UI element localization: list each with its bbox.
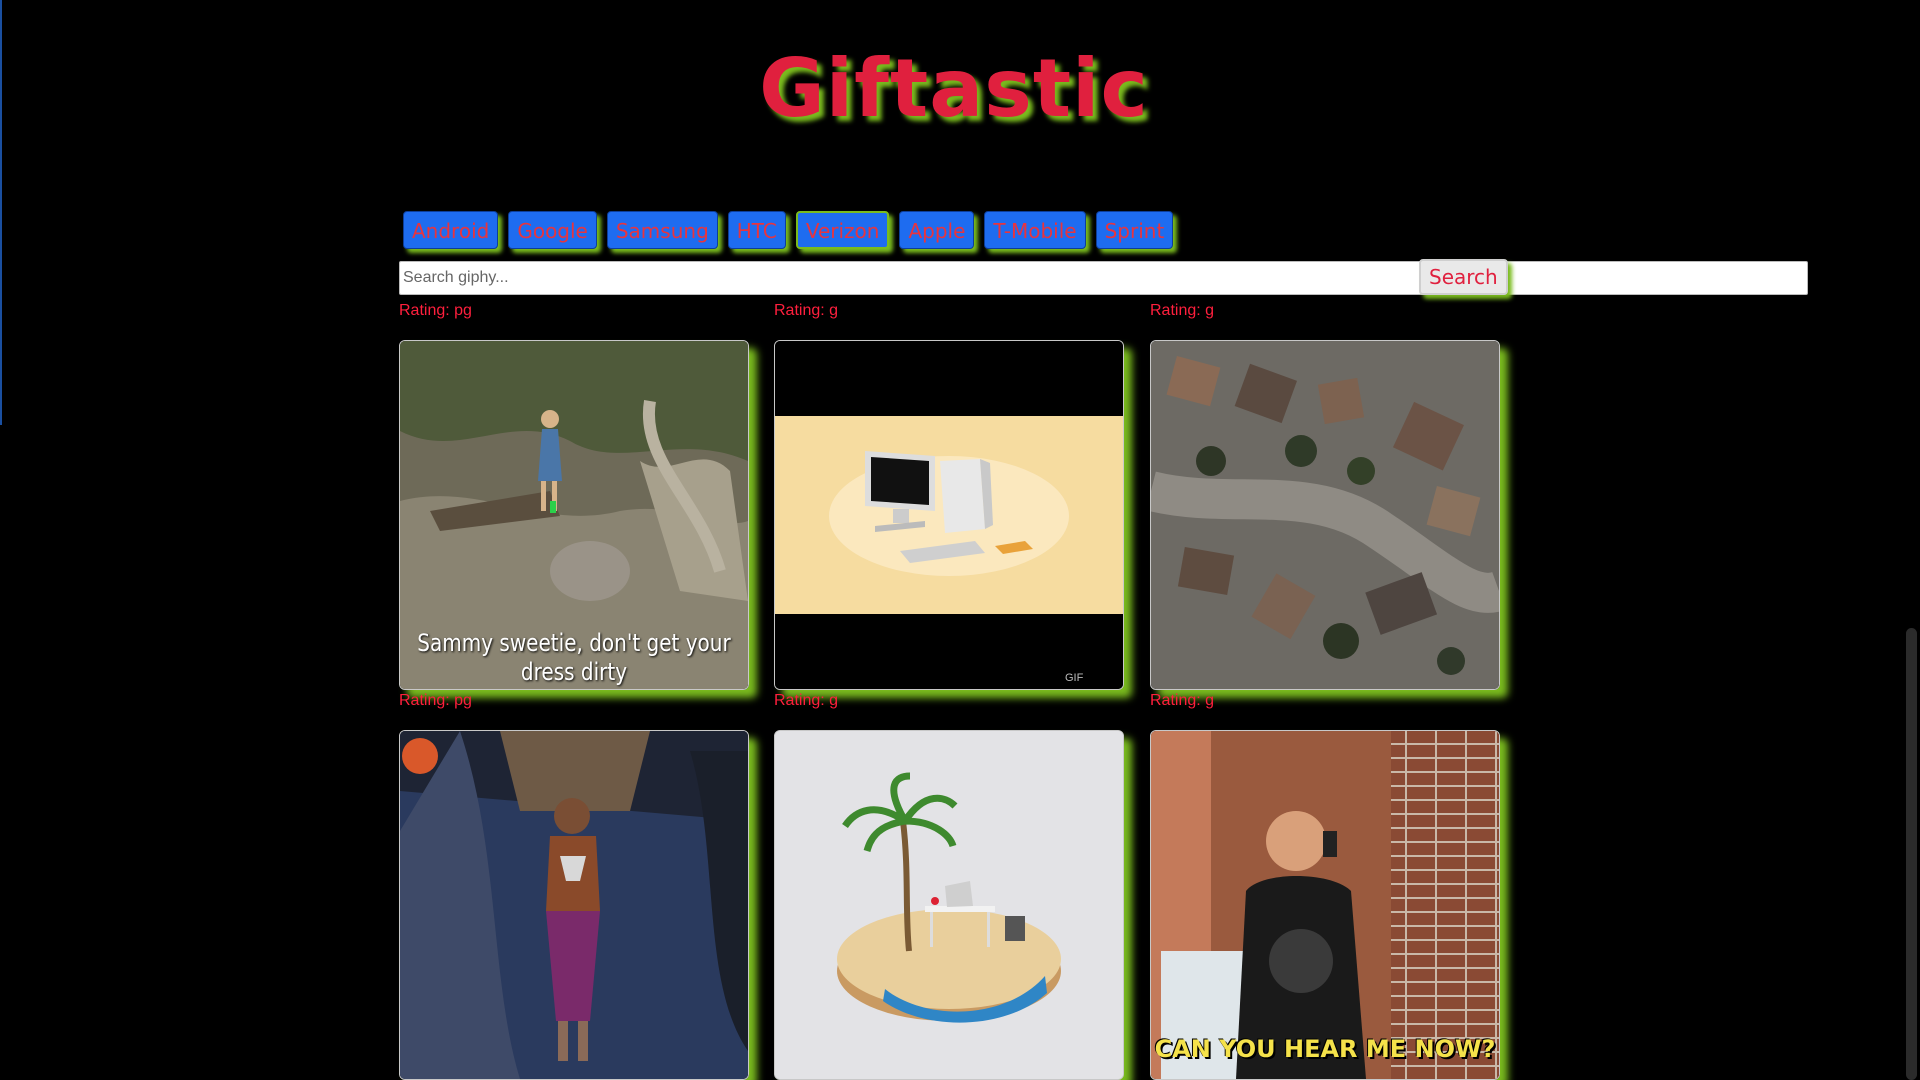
gif-image[interactable]: [1150, 340, 1500, 690]
svg-text:GIF: GIF: [1065, 672, 1084, 684]
gif-rating: Rating: pg: [399, 692, 472, 709]
topic-button-google[interactable]: Google: [508, 211, 597, 249]
gif-image[interactable]: [774, 730, 1124, 1080]
search-input[interactable]: [399, 261, 1808, 295]
topic-button-htc[interactable]: HTC: [727, 211, 786, 249]
gif-rating: Rating: g: [774, 692, 839, 709]
scrollbar[interactable]: [1903, 0, 1920, 1080]
gif-caption: Sammy sweetie, don't get your dress dirt…: [417, 628, 731, 686]
aerial-neighborhood-image: [1151, 341, 1499, 689]
gif-image[interactable]: CAN YOU HEAR ME NOW?: [1150, 730, 1500, 1080]
gif-rating: Rating: g: [774, 302, 839, 319]
gif-rating: Rating: pg: [399, 302, 472, 319]
topic-button-apple[interactable]: Apple: [899, 211, 975, 249]
gif-caption: CAN YOU HEAR ME NOW?: [1154, 1035, 1496, 1063]
page-title: Giftastic: [759, 42, 1149, 135]
child-in-costume-image: [400, 731, 748, 1079]
gif-rating: Rating: g: [1150, 692, 1215, 709]
topic-button-verizon[interactable]: Verizon: [795, 211, 890, 249]
gif-rating: Rating: g: [1150, 302, 1215, 319]
man-on-phone-image: [1151, 731, 1499, 1079]
topic-button-t-mobile[interactable]: T-Mobile: [984, 211, 1086, 249]
island-desk-image: [775, 731, 1123, 1079]
topic-button-sprint[interactable]: Sprint: [1095, 211, 1174, 249]
search-button[interactable]: Search: [1419, 259, 1508, 295]
computer-illustration-image: GIF: [775, 341, 1123, 689]
gif-image[interactable]: Sammy sweetie, don't get your dress dirt…: [399, 340, 749, 690]
topic-button-samsung[interactable]: Samsung: [606, 211, 718, 249]
gif-image[interactable]: [399, 730, 749, 1080]
scrollbar-thumb[interactable]: [1906, 628, 1917, 1080]
topic-buttons: Android Google Samsung HTC Verizon Apple…: [403, 211, 1174, 249]
topic-button-android[interactable]: Android: [403, 211, 499, 249]
gif-image[interactable]: GIF: [774, 340, 1124, 690]
